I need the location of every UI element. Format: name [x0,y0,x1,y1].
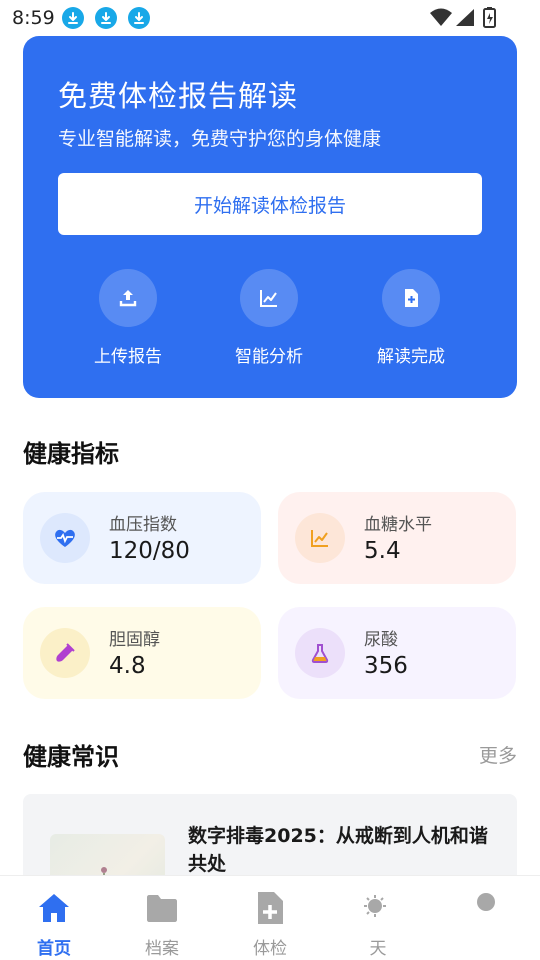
download-notification-icon [128,7,150,29]
chart-line-icon [295,513,345,563]
system-icons [428,6,500,34]
metric-card-blood-sugar[interactable]: 血糖水平 5.4 [278,492,516,584]
nav-checkup[interactable]: 体检 [216,876,324,960]
step-label: 解读完成 [377,347,445,367]
start-reading-button[interactable]: 开始解读体检报告 [58,173,482,235]
wifi-icon [430,8,452,26]
download-notification-icon [62,7,84,29]
profile-icon [468,884,504,920]
nav-label: 体检 [253,939,287,959]
heartbeat-icon [40,513,90,563]
document-plus-icon [382,269,440,327]
step-label: 上传报告 [94,347,162,367]
step-upload-report[interactable]: 上传报告 [63,269,193,367]
report-reading-card: 免费体检报告解读 专业智能解读，免费守护您的身体健康 开始解读体检报告 上传报告… [23,36,517,398]
nav-weather[interactable]: 天 [324,876,432,960]
bottom-navigation: 首页 档案 体检 天 [0,875,540,960]
metric-card-uric-acid[interactable]: 尿酸 356 [278,607,516,699]
flask-icon [295,628,345,678]
step-label: 智能分析 [235,347,303,367]
more-link[interactable]: 更多 [479,741,517,768]
home-icon [36,890,72,926]
download-notification-icon [95,7,117,29]
metric-label: 胆固醇 [109,630,160,650]
hero-subtitle: 专业智能解读，免费守护您的身体健康 [58,128,382,150]
nav-profile[interactable] [432,876,540,960]
metric-value: 120/80 [109,538,190,564]
metric-label: 尿酸 [364,630,398,650]
metric-card-cholesterol[interactable]: 胆固醇 4.8 [23,607,261,699]
folder-icon [144,890,180,926]
metrics-section-title: 健康指标 [23,440,119,468]
signal-icon [456,9,474,26]
hero-title: 免费体检报告解读 [58,79,299,113]
step-smart-analysis[interactable]: 智能分析 [204,269,334,367]
nav-label: 档案 [145,939,179,959]
metric-value: 356 [364,653,408,679]
metric-value: 4.8 [109,653,146,679]
nav-label: 天 [369,939,387,959]
battery-icon [483,7,496,28]
metric-label: 血糖水平 [364,515,432,535]
nav-label: 首页 [37,939,71,959]
metric-card-blood-pressure[interactable]: 血压指数 120/80 [23,492,261,584]
status-bar: 8:59 [0,0,540,36]
article-title: 数字排毒2025：从戒断到人机和谐共处 [188,825,488,875]
upload-icon [99,269,157,327]
medical-document-icon [252,890,288,926]
knowledge-section-title: 健康常识 [23,743,119,771]
status-time: 8:59 [12,7,55,29]
weather-icon [360,890,396,926]
metric-label: 血压指数 [109,515,177,535]
chart-line-icon [240,269,298,327]
metric-value: 5.4 [364,538,401,564]
nav-home[interactable]: 首页 [0,876,108,960]
test-tube-icon [40,628,90,678]
nav-records[interactable]: 档案 [108,876,216,960]
step-reading-complete[interactable]: 解读完成 [346,269,476,367]
